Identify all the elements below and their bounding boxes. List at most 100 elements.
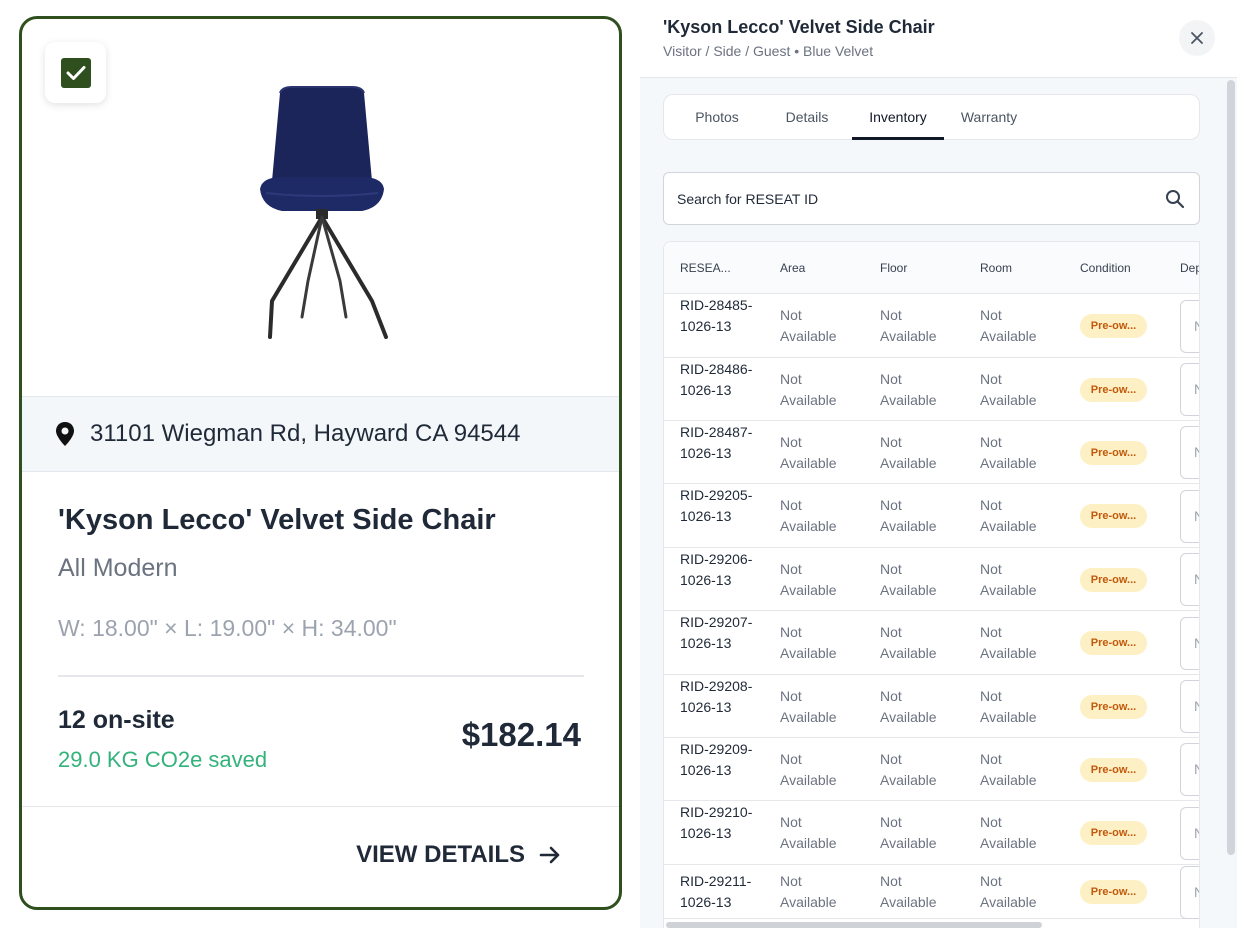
search-input[interactable] [664, 173, 1144, 224]
inventory-table: RESEA... Area Floor Room Condition Dep R… [663, 241, 1200, 928]
search-box [663, 172, 1200, 225]
cell-floor: Not Available [880, 307, 937, 344]
check-icon [60, 57, 91, 88]
table-row[interactable]: RID-28485-1026-13 Not Available Not Availa… [664, 294, 1199, 358]
condition-badge: Pre-ow... [1080, 568, 1147, 592]
table-row[interactable]: RID-28487-1026-13 Not Available Not Availa… [664, 421, 1199, 484]
cell-room: Not Available [980, 434, 1037, 471]
panel-header: 'Kyson Lecco' Velvet Side Chair Visitor … [640, 0, 1237, 78]
cell-floor: Not Available [880, 561, 937, 598]
table-row[interactable]: RID-29211-1026-13 Not Available Not Availa… [664, 865, 1199, 919]
cell-reseat-id: RID-29205-1026-13 [680, 487, 753, 524]
view-details-label: VIEW DETAILS [356, 841, 525, 868]
map-pin-icon [56, 422, 74, 446]
cell-floor: Not Available [880, 434, 937, 471]
product-title: 'Kyson Lecco' Velvet Side Chair [58, 504, 496, 536]
vertical-scrollbar[interactable] [1227, 80, 1235, 855]
table-row[interactable]: RID-29207-1026-13 Not Available Not Availa… [664, 611, 1199, 675]
cell-floor: Not Available [880, 873, 937, 910]
cell-room: Not Available [980, 688, 1037, 725]
panel-subtitle: Visitor / Side / Guest • Blue Velvet [663, 43, 874, 59]
price: $182.14 [461, 716, 581, 753]
header-floor[interactable]: Floor [880, 261, 907, 275]
table-body: RID-28485-1026-13 Not Available Not Availa… [664, 294, 1199, 919]
detail-panel: 'Kyson Lecco' Velvet Side Chair Visitor … [640, 0, 1237, 928]
header-reseat-id[interactable]: RESEA... [680, 261, 731, 275]
horizontal-scrollbar[interactable] [666, 922, 1042, 928]
cell-floor: Not Available [880, 624, 937, 661]
tab-warranty[interactable]: Warranty [948, 95, 1030, 139]
cell-area: Not Available [780, 434, 837, 471]
divider [22, 806, 619, 807]
product-dimensions: W: 18.00" × L: 19.00" × H: 34.00" [58, 615, 397, 641]
tab-details[interactable]: Details [766, 95, 848, 139]
cell-reseat-id: RID-29208-1026-13 [680, 678, 753, 715]
condition-badge: Pre-ow... [1080, 504, 1147, 528]
table-row[interactable]: RID-29206-1026-13 Not Available Not Availa… [664, 548, 1199, 611]
table-header: RESEA... Area Floor Room Condition Dep [664, 242, 1199, 294]
header-area[interactable]: Area [780, 261, 805, 275]
cell-area: Not Available [780, 307, 837, 344]
cell-room: Not Available [980, 624, 1037, 661]
address-text: 31101 Wiegman Rd, Hayward CA 94544 [90, 420, 521, 447]
cell-area: Not Available [780, 371, 837, 408]
department-input[interactable]: N [1180, 553, 1199, 606]
table-row[interactable]: RID-29205-1026-13 Not Available Not Availa… [664, 484, 1199, 548]
cell-room: Not Available [980, 751, 1037, 788]
cell-reseat-id: RID-29209-1026-13 [680, 741, 753, 778]
product-card[interactable]: 31101 Wiegman Rd, Hayward CA 94544 'Kyso… [19, 16, 622, 910]
condition-badge: Pre-ow... [1080, 631, 1147, 655]
cell-room: Not Available [980, 307, 1037, 344]
header-condition[interactable]: Condition [1080, 261, 1131, 275]
cell-area: Not Available [780, 561, 837, 598]
condition-badge: Pre-ow... [1080, 314, 1147, 338]
cell-reseat-id: RID-28485-1026-13 [680, 297, 753, 334]
department-input[interactable]: N [1180, 300, 1199, 353]
condition-badge: Pre-ow... [1080, 378, 1147, 402]
department-input[interactable]: N [1180, 617, 1199, 670]
cell-reseat-id: RID-29207-1026-13 [680, 614, 753, 651]
cell-floor: Not Available [880, 814, 937, 851]
panel-title: 'Kyson Lecco' Velvet Side Chair [663, 17, 935, 37]
cell-room: Not Available [980, 814, 1037, 851]
select-checkbox[interactable] [45, 42, 106, 103]
cell-area: Not Available [780, 751, 837, 788]
header-dep[interactable]: Dep [1180, 261, 1199, 275]
header-room[interactable]: Room [980, 261, 1012, 275]
cell-area: Not Available [780, 624, 837, 661]
cell-area: Not Available [780, 873, 837, 910]
address-bar: 31101 Wiegman Rd, Hayward CA 94544 [22, 396, 619, 472]
table-row[interactable]: RID-29210-1026-13 Not Available Not Availa… [664, 801, 1199, 865]
cell-reseat-id: RID-28486-1026-13 [680, 361, 753, 398]
tab-bar: Photos Details Inventory Warranty [663, 94, 1200, 140]
cell-floor: Not Available [880, 497, 937, 534]
condition-badge: Pre-ow... [1080, 695, 1147, 719]
cell-floor: Not Available [880, 371, 937, 408]
cell-room: Not Available [980, 873, 1037, 910]
department-input[interactable]: N [1180, 680, 1199, 733]
onsite-count: 12 on-site [58, 706, 175, 734]
arrow-right-icon [539, 846, 560, 864]
department-input[interactable]: N [1180, 490, 1199, 543]
close-button[interactable] [1179, 20, 1215, 56]
table-row[interactable]: RID-29209-1026-13 Not Available Not Availa… [664, 738, 1199, 801]
department-input[interactable]: N [1180, 866, 1199, 919]
table-row[interactable]: RID-29208-1026-13 Not Available Not Availa… [664, 675, 1199, 738]
table-row[interactable]: RID-28486-1026-13 Not Available Not Availa… [664, 358, 1199, 421]
cell-reseat-id: RID-29210-1026-13 [680, 804, 753, 841]
view-details-button[interactable]: VIEW DETAILS [356, 841, 561, 869]
condition-badge: Pre-ow... [1080, 441, 1147, 465]
cell-room: Not Available [980, 561, 1037, 598]
cell-reseat-id: RID-29211-1026-13 [680, 873, 752, 910]
search-icon[interactable] [1165, 189, 1185, 209]
tab-inventory[interactable]: Inventory [852, 95, 944, 140]
department-input[interactable]: N [1180, 807, 1199, 860]
department-input[interactable]: N [1180, 743, 1199, 796]
department-input[interactable]: N [1180, 426, 1199, 479]
cell-area: Not Available [780, 688, 837, 725]
tab-photos[interactable]: Photos [676, 95, 758, 139]
co2-saved: 29.0 KG CO2e saved [58, 747, 268, 772]
close-icon [1191, 32, 1203, 44]
condition-badge: Pre-ow... [1080, 880, 1147, 904]
department-input[interactable]: N [1180, 363, 1199, 416]
